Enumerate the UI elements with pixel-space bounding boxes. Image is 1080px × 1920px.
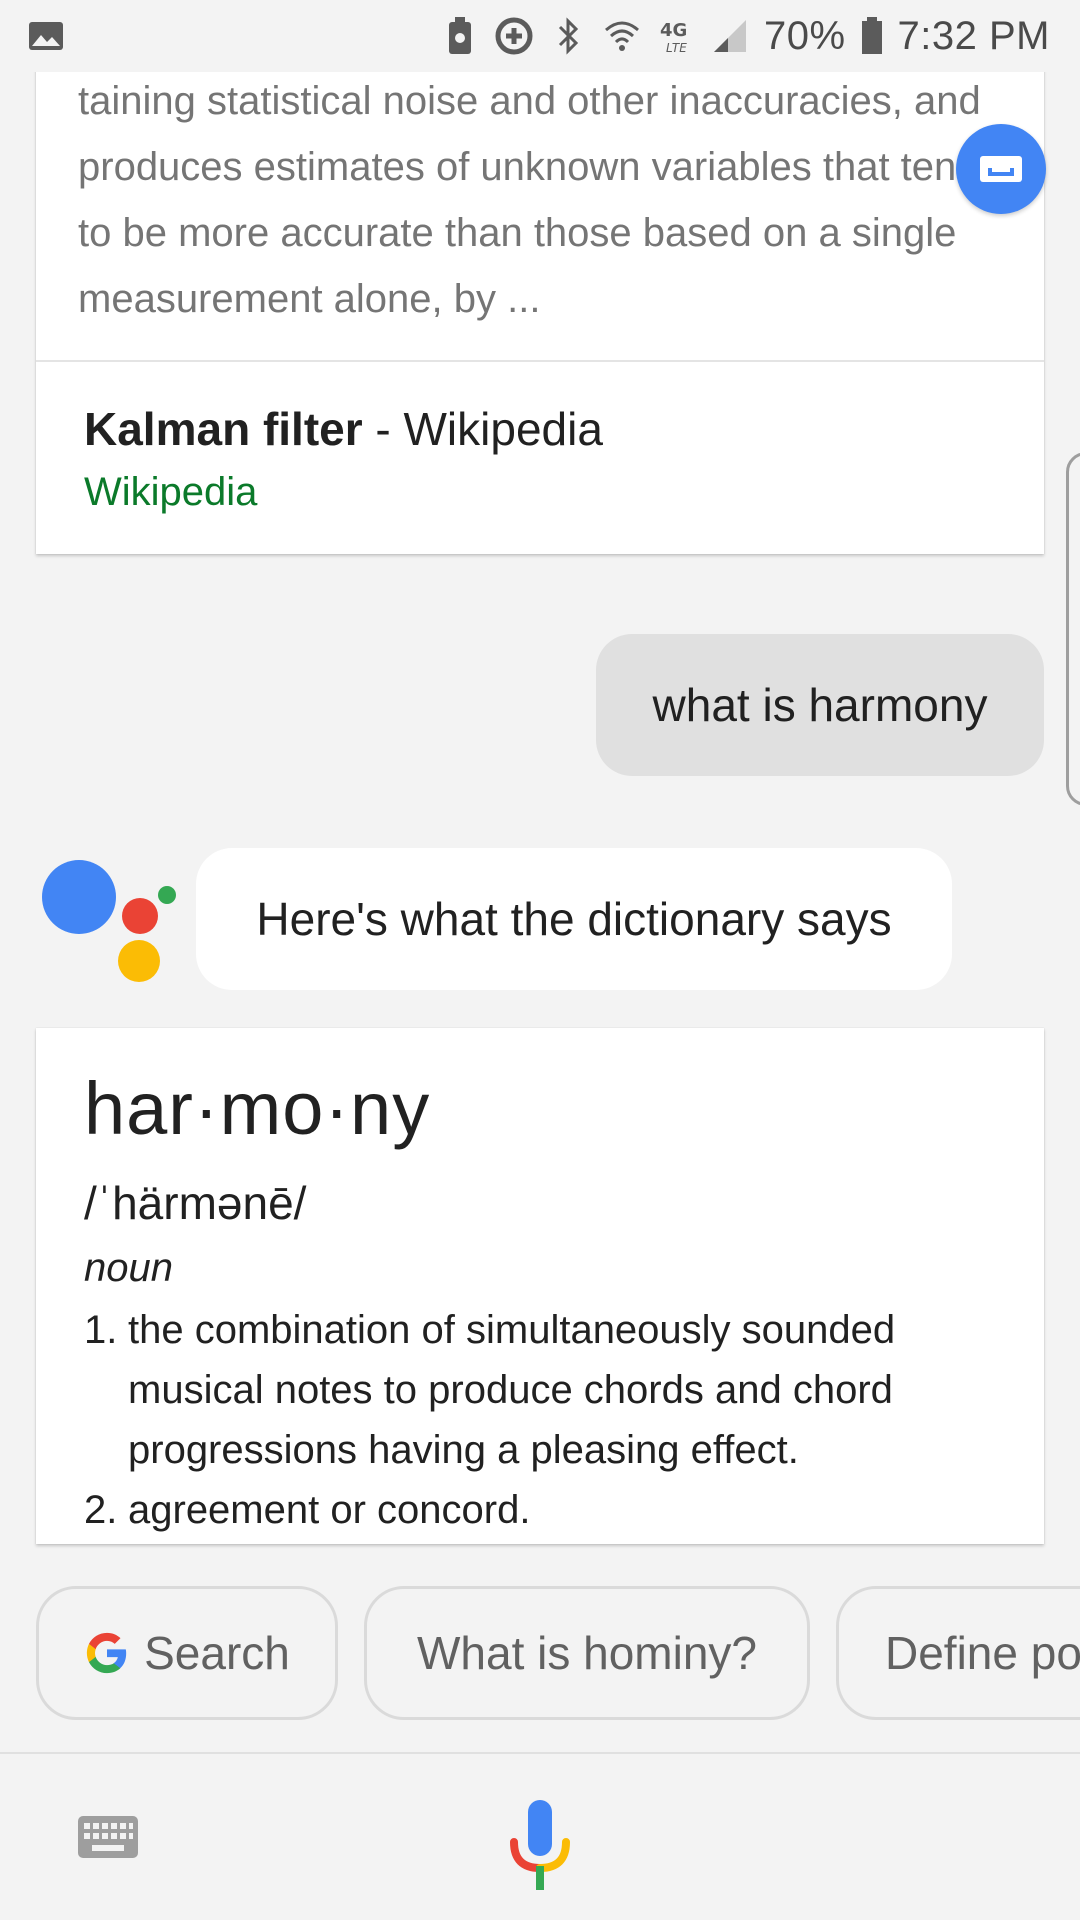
clean-icon	[440, 16, 480, 56]
clock: 7:32 PM	[897, 13, 1050, 58]
battery-percent: 70%	[763, 13, 846, 58]
dictionary-word: har·mo·ny	[84, 1067, 431, 1150]
definition-number: 2.	[84, 1488, 118, 1532]
battery-icon	[860, 16, 884, 56]
suggestion-chip-search[interactable]: Search	[36, 1586, 338, 1720]
user-query-bubble: what is harmony	[596, 634, 1044, 776]
definition-text: agreement or concord.	[128, 1488, 531, 1532]
wifi-icon	[602, 16, 642, 56]
result-snippet: taining statistical noise and other inac…	[78, 79, 981, 321]
definition-number: 1.	[84, 1308, 118, 1352]
user-query-text: what is harmony	[652, 679, 988, 731]
signal-icon	[710, 16, 750, 56]
screen-context-button[interactable]	[956, 124, 1046, 214]
keyboard-icon[interactable]	[78, 1816, 138, 1858]
network-type-icon: 4G LTE	[656, 16, 696, 56]
result-title-rest: - Wikipedia	[362, 403, 603, 455]
suggestion-label: Define po	[885, 1627, 1080, 1679]
dictionary-card[interactable]: har·mo·ny /ˈhärmənē/ noun 1. the combina…	[36, 1028, 1044, 1544]
result-source[interactable]: Wikipedia	[84, 470, 257, 515]
svg-text:LTE: LTE	[666, 41, 687, 55]
gallery-icon	[26, 16, 66, 56]
suggestion-label: Search	[144, 1627, 290, 1679]
svg-text:4G: 4G	[660, 20, 687, 41]
input-bar	[0, 1752, 1080, 1920]
suggestion-label: What is hominy?	[416, 1627, 757, 1679]
suggestion-chips: Search What is hominy? Define po	[36, 1586, 1080, 1720]
dictionary-phonetic: /ˈhärmənē/	[84, 1177, 307, 1229]
suggestion-chip-define[interactable]: Define po	[836, 1586, 1080, 1720]
inbox-icon	[980, 156, 1022, 182]
assistant-logo-yellow-dot	[118, 940, 160, 982]
assistant-logo-blue-dot	[42, 860, 116, 934]
edge-panel-handle[interactable]	[1066, 452, 1080, 806]
status-bar: 4G LTE 70% 7:32 PM	[0, 0, 1080, 72]
assistant-logo-green-dot	[158, 886, 176, 904]
dictionary-definitions: 1. the combination of simultaneously sou…	[84, 1300, 1004, 1540]
assistant-reply-text: Here's what the dictionary says	[256, 893, 892, 945]
bluetooth-icon	[548, 16, 588, 56]
definition-text: the combination of simultaneously sounde…	[128, 1308, 896, 1472]
result-title[interactable]: Kalman filter - Wikipedia	[84, 402, 603, 456]
card-divider	[36, 360, 1044, 362]
assistant-logo	[40, 856, 180, 986]
suggestion-chip-hominy[interactable]: What is hominy?	[364, 1586, 810, 1720]
assistant-logo-red-dot	[122, 898, 158, 934]
definition-item: 1. the combination of simultaneously sou…	[84, 1300, 1004, 1480]
definition-item: 2. agreement or concord.	[84, 1480, 1004, 1540]
data-saver-icon	[494, 16, 534, 56]
microphone-icon[interactable]	[508, 1798, 572, 1894]
web-result-card[interactable]: taining statistical noise and other inac…	[36, 60, 1044, 554]
assistant-reply-bubble: Here's what the dictionary says	[196, 848, 952, 990]
result-title-bold: Kalman filter	[84, 403, 363, 455]
dictionary-part-of-speech: noun	[84, 1246, 173, 1290]
google-g-icon	[87, 1632, 127, 1674]
